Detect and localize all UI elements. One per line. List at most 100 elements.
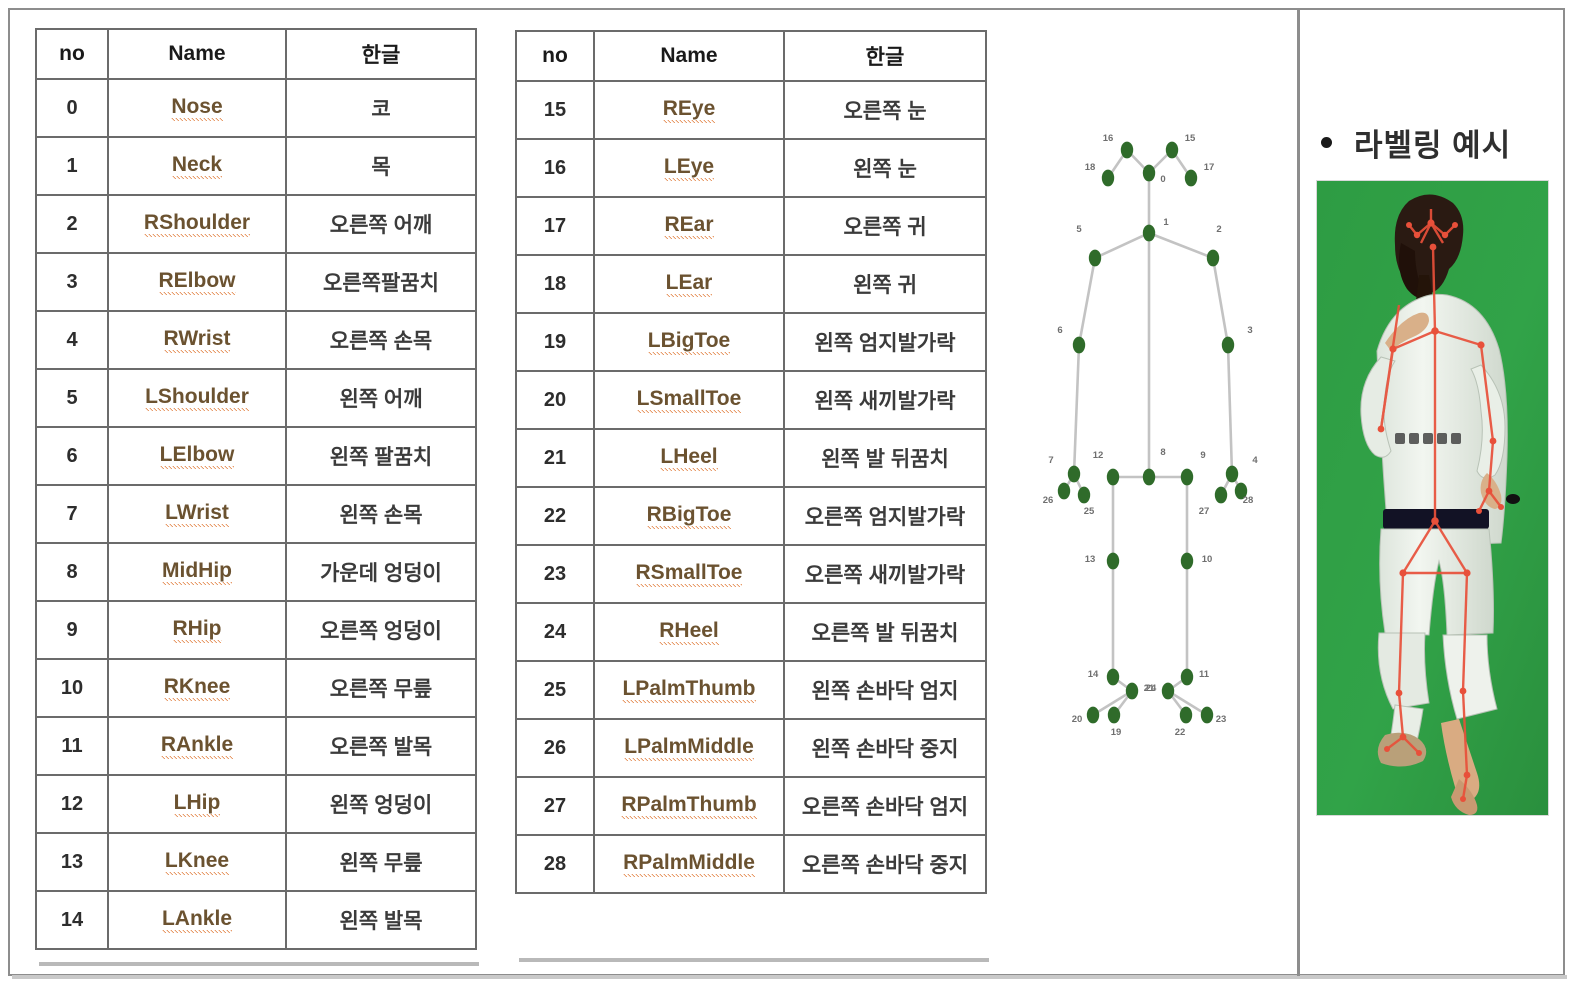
keypoint-korean-text: 오른쪽 엉덩이: [320, 620, 442, 643]
cell-name: Neck: [107, 136, 287, 196]
skeleton-keypoint-15[interactable]: [1165, 141, 1179, 159]
skeleton-keypoint-10[interactable]: [1180, 552, 1194, 570]
skeleton-keypoint-7[interactable]: [1067, 465, 1081, 483]
cell-no: 13: [35, 832, 109, 892]
cell-no: 0: [35, 78, 109, 138]
skeleton-keypoint-12[interactable]: [1106, 468, 1120, 486]
table-row: 19 LBigToe 왼쪽 엄지발가락: [515, 312, 987, 372]
skeleton-keypoint-19[interactable]: [1107, 706, 1121, 724]
skeleton-keypoint-20[interactable]: [1086, 706, 1100, 724]
skeleton-keypoint-22[interactable]: [1179, 706, 1193, 724]
skeleton-keypoint-2[interactable]: [1206, 249, 1220, 267]
keypoint-korean-text: 오른쪽 손바닥 엄지: [801, 796, 969, 819]
keypoint-name-text: RPalmThumb: [621, 793, 757, 819]
keypoint-name-text: RSmallToe: [635, 561, 743, 587]
table-row: 6 LElbow 왼쪽 팔꿈치: [35, 426, 477, 486]
keypoint-name-text: LEar: [665, 271, 713, 297]
skeleton-keypoint-9[interactable]: [1180, 468, 1194, 486]
table-right-shadow: [519, 958, 989, 962]
keypoint-korean-text: 오른쪽 눈: [843, 100, 927, 123]
cell-name: LHip: [107, 774, 287, 834]
skeleton-keypoint-26[interactable]: [1057, 482, 1071, 500]
skeleton-keypoint-25[interactable]: [1077, 486, 1091, 504]
keypoint-name-text: LAnkle: [161, 907, 232, 933]
skeleton-keypoint-label-1: 1: [1163, 217, 1169, 228]
skeleton-keypoint-24[interactable]: [1161, 682, 1175, 700]
bullet-line: 라벨링 예시: [1321, 120, 1511, 165]
table-row: 28 RPalmMiddle 오른쪽 손바닥 중지: [515, 834, 987, 894]
skeleton-keypoint-label-16: 16: [1103, 133, 1114, 144]
cell-name: LKnee: [107, 832, 287, 892]
table-row: 3 RElbow 오른쪽팔꿈치: [35, 252, 477, 312]
skeleton-keypoint-11[interactable]: [1180, 668, 1194, 686]
cell-korean: 왼쪽 손바닥 엄지: [783, 660, 987, 720]
skeleton-keypoint-18[interactable]: [1101, 169, 1115, 187]
cell-name: Nose: [107, 78, 287, 138]
cell-name: LPalmThumb: [593, 660, 785, 720]
cell-name: LHeel: [593, 428, 785, 488]
skeleton-keypoint-3[interactable]: [1221, 336, 1235, 354]
skeleton-keypoint-23[interactable]: [1200, 706, 1214, 724]
skeleton-keypoint-label-7: 7: [1048, 455, 1053, 466]
table-row: 24 RHeel 오른쪽 발 뒤꿈치: [515, 602, 987, 662]
cell-no: 21: [515, 428, 595, 488]
keypoint-name-text: MidHip: [162, 559, 232, 585]
keypoint-korean-text: 왼쪽 손바닥 중지: [811, 738, 959, 761]
keypoint-name-text: RAnkle: [160, 733, 234, 759]
skeleton-keypoint-1[interactable]: [1142, 224, 1156, 242]
skeleton-keypoint-label-14: 14: [1088, 669, 1099, 680]
skeleton-keypoint-5[interactable]: [1088, 249, 1102, 267]
keypoint-korean-text: 가운데 엉덩이: [320, 562, 442, 585]
table-row: 25 LPalmThumb 왼쪽 손바닥 엄지: [515, 660, 987, 720]
cell-name: RBigToe: [593, 486, 785, 546]
keypoint-korean-text: 왼쪽 귀: [853, 274, 917, 297]
example-photo-svg: [1317, 181, 1548, 815]
skeleton-keypoint-4[interactable]: [1225, 465, 1239, 483]
skeleton-keypoint-label-3: 3: [1247, 325, 1252, 336]
keypoint-name-text: LShoulder: [145, 385, 249, 411]
table-row: 16 LEye 왼쪽 눈: [515, 138, 987, 198]
header-no: no: [35, 28, 109, 80]
skeleton-keypoint-0[interactable]: [1142, 164, 1156, 182]
cell-name: LBigToe: [593, 312, 785, 372]
skeleton-keypoint-label-15: 15: [1185, 133, 1196, 144]
keypoint-table-left: no Name 한글 0 Nose 코 1 Neck 목 2 RShoulder 오른쪽 어깨 3…: [35, 28, 477, 950]
cell-name: RKnee: [107, 658, 287, 718]
cell-no: 15: [515, 80, 595, 140]
table-row: 4 RWrist 오른쪽 손목: [35, 310, 477, 370]
skeleton-keypoint-13[interactable]: [1106, 552, 1120, 570]
header-korean: 한글: [285, 28, 477, 80]
cell-korean: 오른쪽 새끼발가락: [783, 544, 987, 604]
skeleton-keypoint-label-11: 11: [1199, 669, 1210, 680]
skeleton-bone: [1226, 343, 1234, 476]
skeleton-keypoint-8[interactable]: [1142, 468, 1156, 486]
cell-name: RPalmThumb: [593, 776, 785, 836]
cell-name: RSmallToe: [593, 544, 785, 604]
skeleton-keypoint-21[interactable]: [1125, 682, 1139, 700]
skeleton-keypoint-label-23: 23: [1216, 714, 1227, 725]
cell-korean: 왼쪽 엄지발가락: [783, 312, 987, 372]
skeleton-keypoint-17[interactable]: [1184, 169, 1198, 187]
cell-korean: 왼쪽 손목: [285, 484, 477, 544]
keypoint-name-text: RHeel: [659, 619, 719, 645]
table-row: 10 RKnee 오른쪽 무릎: [35, 658, 477, 718]
table-row: 14 LAnkle 왼쪽 발목: [35, 890, 477, 950]
keypoint-korean-text: 오른쪽팔꿈치: [323, 272, 439, 295]
cell-no: 26: [515, 718, 595, 778]
cell-name: RPalmMiddle: [593, 834, 785, 894]
table-row: 11 RAnkle 오른쪽 발목: [35, 716, 477, 776]
table-header-row: no Name 한글: [35, 28, 477, 80]
keypoint-name-text: LKnee: [164, 849, 230, 875]
skeleton-keypoint-27[interactable]: [1214, 486, 1228, 504]
skeleton-keypoint-16[interactable]: [1120, 141, 1134, 159]
cell-korean: 오른쪽 손바닥 중지: [783, 834, 987, 894]
skeleton-keypoint-6[interactable]: [1072, 336, 1086, 354]
bullet-point-icon: [1321, 137, 1332, 148]
cell-name: MidHip: [107, 542, 287, 602]
skeleton-keypoint-14[interactable]: [1106, 668, 1120, 686]
cell-korean: 왼쪽 눈: [783, 138, 987, 198]
panel-divider: [1297, 8, 1300, 976]
table-row: 20 LSmallToe 왼쪽 새끼발가락: [515, 370, 987, 430]
table-row: 1 Neck 목: [35, 136, 477, 196]
keypoint-korean-text: 오른쪽 귀: [843, 216, 927, 239]
